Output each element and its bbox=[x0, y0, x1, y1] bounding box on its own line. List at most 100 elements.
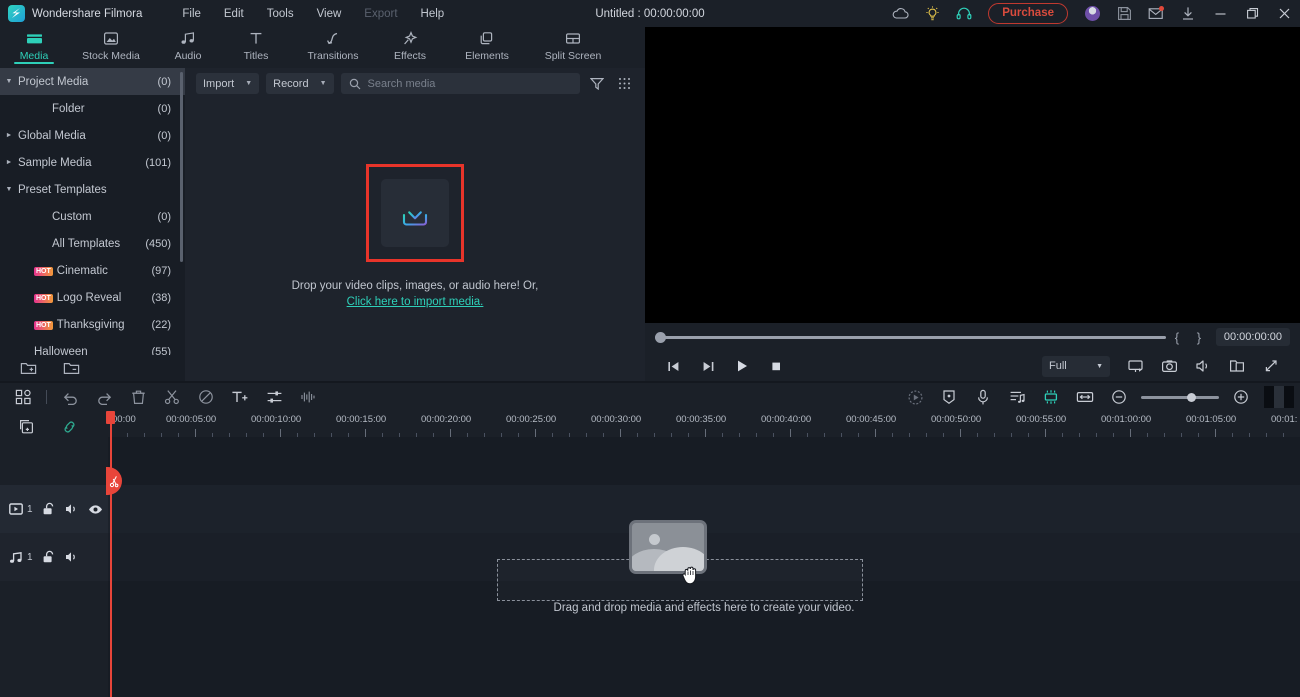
preview-quality-select[interactable]: Full ▼ bbox=[1042, 355, 1110, 377]
timeline-ruler[interactable]: 00:00 00:00:05:00 00:00:10:00 00:00:15:0… bbox=[108, 411, 1300, 437]
add-text-icon[interactable] bbox=[223, 383, 257, 411]
zoom-in-icon[interactable] bbox=[1224, 383, 1258, 411]
open-folder-icon[interactable] bbox=[1220, 353, 1254, 379]
sidebar-item-project-media[interactable]: Project Media (0) bbox=[0, 68, 185, 95]
volume-icon[interactable] bbox=[1186, 353, 1220, 379]
voiceover-mic-icon[interactable] bbox=[966, 383, 1000, 411]
sidebar-item-folder[interactable]: Folder (0) bbox=[0, 95, 185, 122]
chevron-down-icon[interactable] bbox=[0, 78, 18, 85]
screen-cast-icon[interactable] bbox=[1118, 353, 1152, 379]
tab-stock-media[interactable]: Stock Media bbox=[68, 27, 154, 62]
sidebar-item-preset-templates[interactable]: Preset Templates bbox=[0, 176, 185, 203]
import-tile[interactable] bbox=[381, 179, 449, 247]
sidebar-scrollbar[interactable] bbox=[180, 72, 183, 262]
unlock-icon[interactable] bbox=[42, 550, 56, 564]
avatar-icon[interactable] bbox=[1076, 0, 1108, 27]
new-folder-icon[interactable] bbox=[20, 361, 37, 376]
marker-icon[interactable] bbox=[932, 383, 966, 411]
tab-media[interactable]: Media bbox=[0, 27, 68, 64]
playback-seek-slider[interactable] bbox=[655, 331, 1166, 343]
timeline-zoom-slider[interactable] bbox=[1141, 392, 1219, 402]
link-chain-icon[interactable] bbox=[61, 419, 78, 435]
fit-timeline-icon[interactable] bbox=[1068, 383, 1102, 411]
menu-help[interactable]: Help bbox=[421, 8, 445, 20]
next-frame-icon[interactable] bbox=[691, 353, 725, 379]
zoom-slider-handle[interactable] bbox=[1187, 392, 1196, 402]
sidebar-item-global-media[interactable]: Global Media (0) bbox=[0, 122, 185, 149]
search-box[interactable] bbox=[340, 73, 580, 94]
delete-folder-icon[interactable] bbox=[63, 361, 80, 376]
chevron-down-icon[interactable]: ▼ bbox=[245, 80, 252, 87]
mark-out-button[interactable]: } bbox=[1188, 330, 1210, 345]
cloud-icon[interactable] bbox=[884, 0, 916, 27]
sidebar-item-logo-reveal[interactable]: HOT Logo Reveal (38) bbox=[0, 284, 185, 311]
chevron-down-icon[interactable] bbox=[0, 186, 18, 193]
stop-icon[interactable] bbox=[759, 353, 793, 379]
menu-file[interactable]: File bbox=[182, 8, 201, 20]
chevron-right-icon[interactable] bbox=[0, 159, 18, 166]
purchase-button[interactable]: Purchase bbox=[988, 3, 1068, 24]
add-track-icon[interactable] bbox=[18, 419, 35, 435]
chevron-down-icon[interactable]: ▼ bbox=[320, 80, 327, 87]
headset-icon[interactable] bbox=[948, 0, 980, 27]
crop-disable-icon[interactable] bbox=[189, 383, 223, 411]
search-input[interactable] bbox=[367, 77, 572, 90]
mute-icon[interactable] bbox=[65, 551, 79, 563]
lightbulb-icon[interactable] bbox=[916, 0, 948, 27]
sidebar-item-sample-media[interactable]: Sample Media (101) bbox=[0, 149, 185, 176]
auto-highlight-icon[interactable] bbox=[1034, 383, 1068, 411]
import-media-link[interactable]: Click here to import media. bbox=[347, 296, 484, 308]
chevron-right-icon[interactable] bbox=[0, 132, 18, 139]
preview-monitor[interactable] bbox=[645, 27, 1300, 323]
render-preview-icon[interactable] bbox=[898, 383, 932, 411]
audio-track-header[interactable]: 1 bbox=[0, 533, 108, 581]
fullscreen-icon[interactable] bbox=[1254, 353, 1288, 379]
templates-grid-icon[interactable] bbox=[6, 383, 40, 411]
playhead-handle[interactable] bbox=[106, 411, 115, 424]
tab-effects[interactable]: Effects bbox=[376, 27, 444, 62]
video-track-header[interactable]: 1 bbox=[0, 485, 108, 533]
chevron-down-icon[interactable]: ▼ bbox=[1096, 363, 1103, 370]
split-scissors-icon[interactable] bbox=[155, 383, 189, 411]
tab-audio[interactable]: Audio bbox=[154, 27, 222, 62]
close-icon[interactable] bbox=[1268, 0, 1300, 27]
play-icon[interactable] bbox=[725, 353, 759, 379]
playhead-line[interactable] bbox=[110, 411, 112, 697]
redo-icon[interactable] bbox=[87, 383, 121, 411]
timeline-preview-swatch[interactable] bbox=[1264, 386, 1294, 408]
sidebar-item-cinematic[interactable]: HOT Cinematic (97) bbox=[0, 257, 185, 284]
sidebar-item-custom[interactable]: Custom (0) bbox=[0, 203, 185, 230]
adjust-sliders-icon[interactable] bbox=[257, 383, 291, 411]
menu-tools[interactable]: Tools bbox=[267, 8, 294, 20]
audio-waveform-icon[interactable] bbox=[291, 383, 325, 411]
timeline-tracks-area[interactable]: Drag and drop media and effects here to … bbox=[108, 437, 1300, 697]
tab-transitions[interactable]: Transitions bbox=[290, 27, 376, 62]
zoom-out-icon[interactable] bbox=[1102, 383, 1136, 411]
snapshot-icon[interactable] bbox=[1152, 353, 1186, 379]
menu-view[interactable]: View bbox=[317, 8, 342, 20]
seek-handle[interactable] bbox=[655, 331, 666, 343]
import-button[interactable]: Import ▼ bbox=[196, 73, 260, 94]
eye-visible-icon[interactable] bbox=[88, 504, 103, 515]
download-icon[interactable] bbox=[1172, 0, 1204, 27]
preview-timecode[interactable]: 00:00:00:00 bbox=[1215, 328, 1290, 346]
record-button[interactable]: Record ▼ bbox=[266, 73, 334, 94]
maximize-icon[interactable] bbox=[1236, 0, 1268, 27]
unlock-icon[interactable] bbox=[42, 502, 56, 516]
tab-titles[interactable]: Titles bbox=[222, 27, 290, 62]
media-dropzone[interactable]: Drop your video clips, images, or audio … bbox=[185, 164, 645, 308]
media-library-sidebar[interactable]: Project Media (0) Folder (0) Global Medi… bbox=[0, 68, 185, 381]
minimize-icon[interactable] bbox=[1204, 0, 1236, 27]
tab-split-screen[interactable]: Split Screen bbox=[530, 27, 616, 62]
filter-icon[interactable] bbox=[587, 77, 607, 90]
save-icon[interactable] bbox=[1108, 0, 1140, 27]
menu-edit[interactable]: Edit bbox=[224, 8, 244, 20]
mail-icon[interactable] bbox=[1140, 0, 1172, 27]
mute-icon[interactable] bbox=[65, 503, 79, 515]
tab-elements[interactable]: Elements bbox=[444, 27, 530, 62]
grid-view-icon[interactable] bbox=[614, 77, 634, 90]
mark-in-button[interactable]: { bbox=[1166, 330, 1188, 345]
sidebar-item-thanksgiving[interactable]: HOT Thanksgiving (22) bbox=[0, 311, 185, 338]
sidebar-item-all-templates[interactable]: All Templates (450) bbox=[0, 230, 185, 257]
prev-frame-icon[interactable] bbox=[657, 353, 691, 379]
